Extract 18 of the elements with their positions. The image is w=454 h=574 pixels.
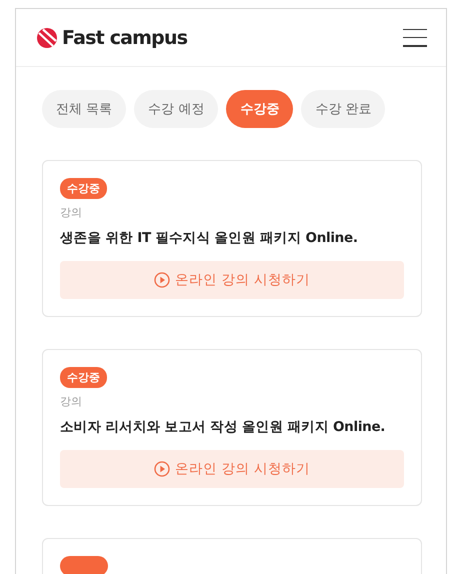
watch-button[interactable]: 온라인 강의 시청하기 [60, 450, 404, 488]
course-category: 강의 [60, 205, 82, 220]
filter-tab[interactable]: 수강중 [226, 90, 294, 128]
play-icon [154, 461, 170, 477]
play-icon [154, 272, 170, 288]
status-badge: 수강중 [60, 367, 107, 388]
filter-tab[interactable]: 수강 예정 [134, 90, 218, 128]
course-title: 생존을 위한 IT 필수지식 올인원 패키지 Online. [60, 229, 358, 247]
course-title: 소비자 리서치와 보고서 작성 올인원 패키지 Online. [60, 418, 386, 436]
logo-text: Fast campus [62, 26, 188, 48]
filter-tab[interactable]: 전체 목록 [42, 90, 126, 128]
status-badge [60, 556, 108, 574]
filter-tab[interactable]: 수강 완료 [301, 90, 386, 128]
course-category: 강의 [60, 394, 82, 409]
watch-button[interactable]: 온라인 강의 시청하기 [60, 261, 404, 299]
logo-icon [36, 26, 58, 48]
menu-button[interactable] [403, 28, 427, 46]
status-badge: 수강중 [60, 178, 107, 199]
